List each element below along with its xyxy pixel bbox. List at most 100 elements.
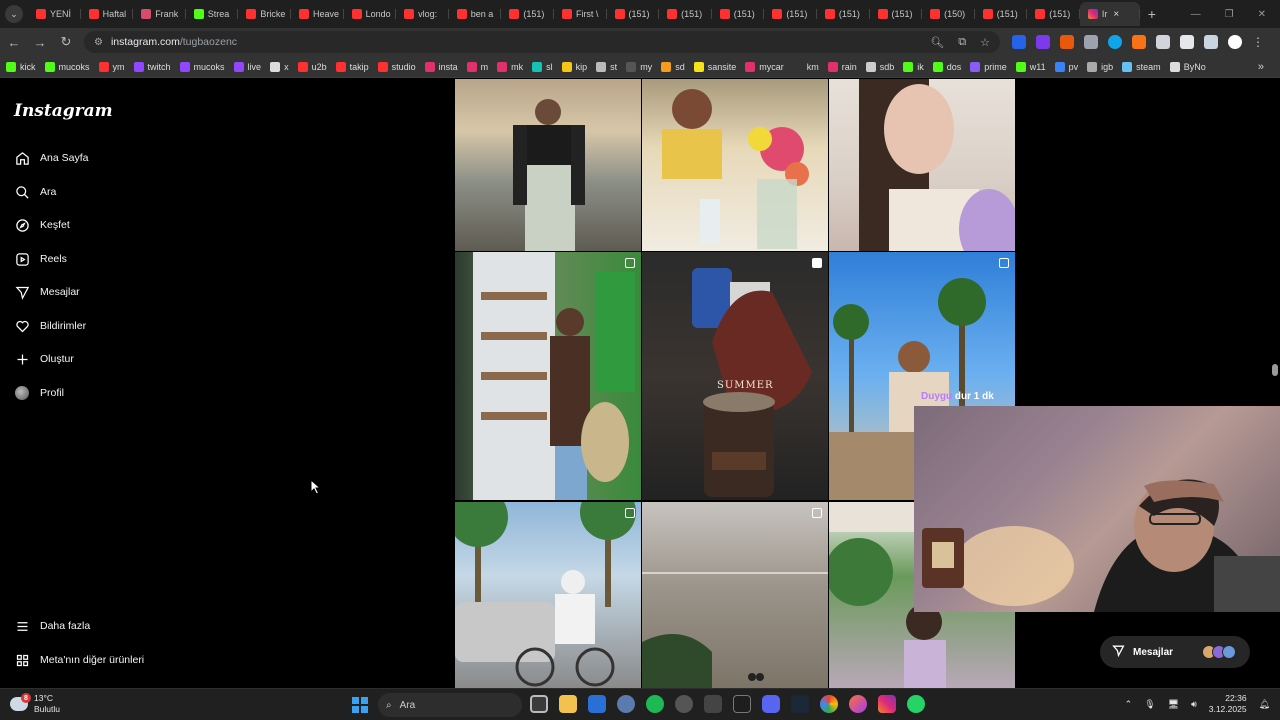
tab[interactable]: Heave xyxy=(291,2,344,26)
tab[interactable]: (151) xyxy=(1027,2,1080,26)
bookmark-item[interactable]: x xyxy=(270,61,289,72)
tab[interactable]: (151) xyxy=(659,2,712,26)
post-thumbnail[interactable]: SUMMER xyxy=(642,252,828,500)
notification-icon[interactable]: 🔔︎ xyxy=(1259,699,1270,710)
tab[interactable]: Londo xyxy=(344,2,397,26)
address-bar[interactable]: ⚙ instagram.com /tugbaozenc 🔍︎ ⧉ ☆ xyxy=(84,31,1000,53)
post-thumbnail[interactable] xyxy=(642,79,828,251)
bookmark-item[interactable]: sl xyxy=(532,61,553,72)
bookmark-item[interactable]: rain xyxy=(827,61,857,72)
bookmark-item[interactable]: igb xyxy=(1087,61,1113,72)
bookmark-item[interactable]: twitch xyxy=(133,61,171,72)
bookmark-item[interactable]: sdb xyxy=(865,61,894,72)
post-thumbnail[interactable] xyxy=(642,502,828,688)
tab[interactable]: (151) xyxy=(975,2,1028,26)
profile-avatar-icon[interactable] xyxy=(1228,35,1242,49)
app-icon[interactable] xyxy=(675,695,693,713)
bookmark-item[interactable]: km xyxy=(792,61,819,72)
whatsapp-icon[interactable] xyxy=(907,695,925,713)
forward-button[interactable]: → xyxy=(28,30,52,54)
maximize-button[interactable]: ❐ xyxy=(1225,9,1234,20)
extension-icon[interactable] xyxy=(1060,35,1074,49)
task-view-icon[interactable] xyxy=(530,695,548,713)
bookmark-item[interactable]: mycar xyxy=(745,61,784,72)
tab-search-button[interactable]: ⌄ xyxy=(0,0,28,28)
bookmark-item[interactable]: mk xyxy=(497,61,523,72)
extension-icon[interactable] xyxy=(1132,35,1146,49)
bookmark-item[interactable]: kick xyxy=(6,61,36,72)
post-thumbnail[interactable] xyxy=(455,79,641,251)
sidebar-item-profile[interactable]: Profil xyxy=(14,385,64,401)
settings-icon[interactable] xyxy=(617,695,635,713)
tab[interactable]: (151) xyxy=(607,2,660,26)
network-icon[interactable]: 🖥︎ xyxy=(1168,699,1179,710)
bookmark-item[interactable]: sd xyxy=(661,61,685,72)
tab[interactable]: (151) xyxy=(870,2,923,26)
taskbar-search[interactable]: ⌕ Ara xyxy=(378,693,522,717)
tab-active-instagram[interactable]: Ir × xyxy=(1079,2,1140,26)
sidebar-item-explore[interactable]: Keşfet xyxy=(14,217,70,233)
app-icon[interactable] xyxy=(704,695,722,713)
bookmark-item[interactable]: my xyxy=(626,61,652,72)
bookmark-item[interactable]: insta xyxy=(424,61,458,72)
sidebar-item-create[interactable]: Oluştur xyxy=(14,351,74,367)
bookmark-item[interactable]: mucoks xyxy=(179,61,225,72)
extension-icon[interactable] xyxy=(1036,35,1050,49)
post-thumbnail[interactable] xyxy=(455,252,641,500)
reading-list-icon[interactable] xyxy=(1204,35,1218,49)
new-tab-button[interactable]: + xyxy=(1140,6,1164,22)
tab[interactable]: vlog: xyxy=(396,2,449,26)
tab[interactable]: (151) xyxy=(501,2,554,26)
reload-button[interactable]: ↻ xyxy=(54,30,78,54)
store-icon[interactable] xyxy=(588,695,606,713)
extension-icon[interactable] xyxy=(1156,35,1170,49)
install-app-icon[interactable]: ⧉ xyxy=(958,36,966,49)
sidebar-item-search[interactable]: Ara xyxy=(14,184,56,200)
bookmarks-overflow-icon[interactable]: » xyxy=(1258,61,1264,73)
tab[interactable]: Frank xyxy=(133,2,186,26)
app-icon[interactable] xyxy=(733,695,751,713)
sidebar-item-reels[interactable]: Reels xyxy=(14,251,67,267)
bookmark-item[interactable]: studio xyxy=(377,61,416,72)
volume-icon[interactable]: 🔊︎ xyxy=(1191,699,1197,710)
zoom-icon[interactable]: 🔍︎ xyxy=(930,36,944,49)
tab[interactable]: (151) xyxy=(764,2,817,26)
bookmark-item[interactable]: sansite xyxy=(693,61,736,72)
extension-icon[interactable] xyxy=(1084,35,1098,49)
discord-icon[interactable] xyxy=(762,695,780,713)
instagram-icon[interactable] xyxy=(878,695,896,713)
bookmark-star-icon[interactable]: ☆ xyxy=(980,36,990,49)
puzzle-icon[interactable] xyxy=(1180,35,1194,49)
sidebar-item-meta[interactable]: Meta'nın diğer ürünleri xyxy=(14,652,144,668)
menu-dots-icon[interactable]: ⋮ xyxy=(1252,35,1264,49)
bookmark-item[interactable]: takip xyxy=(335,61,369,72)
bookmark-item[interactable]: dos xyxy=(932,61,961,72)
sidebar-item-more[interactable]: Daha fazla xyxy=(14,618,90,634)
back-button[interactable]: ← xyxy=(2,30,26,54)
weather-widget[interactable]: 8 13°C Bulutlu xyxy=(10,693,60,715)
bookmark-item[interactable]: st xyxy=(596,61,617,72)
bookmark-item[interactable]: mucoks xyxy=(44,61,90,72)
bookmark-item[interactable]: u2b xyxy=(297,61,327,72)
steam-icon[interactable] xyxy=(791,695,809,713)
bookmark-item[interactable]: prime xyxy=(970,61,1007,72)
minimize-button[interactable]: — xyxy=(1191,9,1201,20)
chrome-icon[interactable] xyxy=(820,695,838,713)
extension-icon[interactable] xyxy=(1108,35,1122,49)
tab[interactable]: YENİ xyxy=(28,2,81,26)
clock[interactable]: 22:36 3.12.2025 xyxy=(1209,693,1247,715)
start-button[interactable] xyxy=(352,697,368,713)
microphone-icon[interactable]: 🎙︎ xyxy=(1144,699,1155,710)
tab[interactable]: First \ xyxy=(554,2,607,26)
close-window-button[interactable]: ✕ xyxy=(1258,9,1266,20)
site-info-icon[interactable]: ⚙ xyxy=(94,37,103,48)
tab[interactable]: (151) xyxy=(817,2,870,26)
bookmark-item[interactable]: m xyxy=(466,61,488,72)
file-explorer-icon[interactable] xyxy=(559,695,577,713)
sidebar-item-home[interactable]: Ana Sayfa xyxy=(14,150,88,166)
tab[interactable]: (151) xyxy=(712,2,765,26)
tab[interactable]: Bricke xyxy=(238,2,291,26)
post-thumbnail[interactable] xyxy=(455,502,641,688)
firefox-icon[interactable] xyxy=(849,695,867,713)
bookmark-item[interactable]: ym xyxy=(98,61,125,72)
